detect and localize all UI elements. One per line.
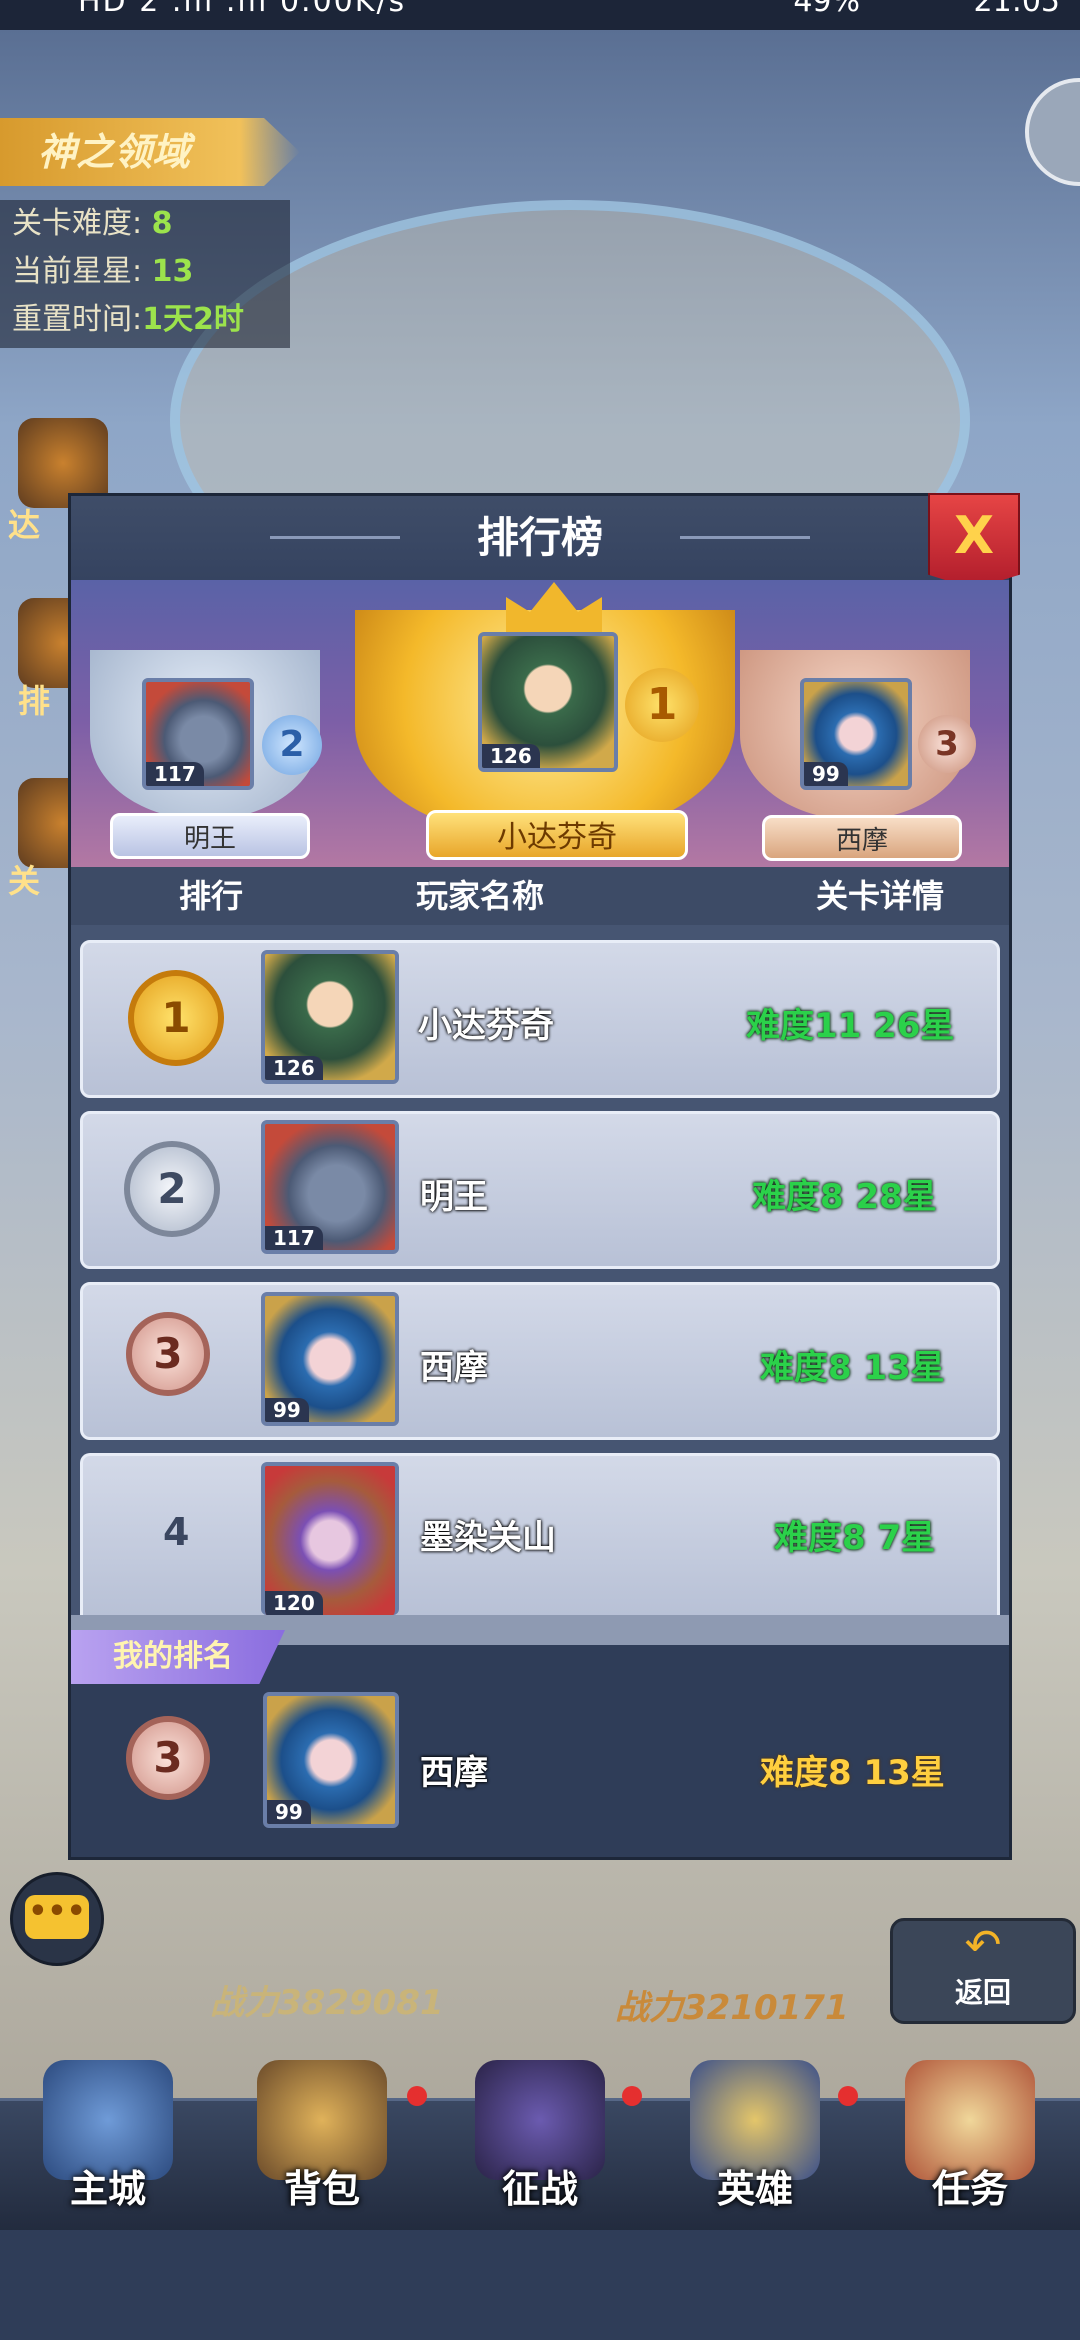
nav-label: 主城 — [69, 2167, 146, 2211]
place-badge-2: 2 — [262, 715, 322, 775]
rank-number: 4 — [163, 1510, 190, 1554]
return-arrow-icon: ↶ — [964, 1920, 1002, 1971]
player-avatar[interactable]: 120 — [261, 1462, 399, 1615]
rank-medal-gold: 1 — [128, 970, 224, 1066]
stars-label: 当前星星: — [12, 254, 143, 289]
podium-name-3: 西摩 — [762, 815, 962, 861]
player-avatar[interactable]: 126 — [261, 950, 399, 1084]
my-rank-medal: 3 — [126, 1716, 210, 1800]
podium-avatar-3[interactable]: 99 — [800, 678, 912, 790]
difficulty-label: 关卡难度: — [12, 206, 143, 241]
rank-medal-bronze: 3 — [126, 1312, 210, 1396]
avatar-level: 120 — [265, 1591, 323, 1615]
side-label-2: 排 — [18, 682, 51, 720]
my-name: 西摩 — [420, 1753, 488, 1793]
notification-dot — [838, 2086, 858, 2106]
clock: 21:05 — [973, 0, 1060, 19]
nav-tasks[interactable]: 任务 — [870, 2060, 1070, 2230]
notification-dot — [407, 2086, 427, 2106]
my-avatar[interactable]: 99 — [263, 1692, 399, 1828]
podium-avatar-1[interactable]: 126 — [478, 632, 618, 772]
domain-title: 神之领域 — [0, 118, 300, 186]
system-bottom-bar — [0, 2230, 1080, 2340]
header-rank: 排行 — [179, 877, 244, 915]
stars-value: 13 — [151, 254, 194, 289]
close-button[interactable]: X — [928, 493, 1020, 589]
stage-detail: 难度11 26星 — [746, 1006, 955, 1046]
player-name: 小达芬奇 — [418, 1006, 554, 1046]
power-right: 战力3210171 — [615, 1988, 849, 2028]
podium-name-1: 小达芬奇 — [426, 810, 688, 860]
stage-info: 关卡难度: 8 当前星星: 13 重置时间:1天2时 — [0, 200, 290, 348]
notification-dot — [622, 2086, 642, 2106]
power-left: 战力3829081 — [210, 1983, 444, 2023]
stage-detail: 难度8 7星 — [774, 1518, 936, 1558]
nav-label: 英雄 — [716, 2167, 793, 2211]
stage-detail: 难度8 13星 — [760, 1348, 945, 1388]
nav-label: 任务 — [931, 2167, 1008, 2211]
player-avatar[interactable]: 99 — [261, 1292, 399, 1426]
nav-campaign[interactable]: 征战 — [440, 2060, 640, 2230]
nav-label: 征战 — [501, 2167, 578, 2211]
return-button[interactable]: ↶ 返回 — [890, 1918, 1076, 2024]
my-stage-detail: 难度8 13星 — [760, 1753, 945, 1793]
player-avatar[interactable]: 117 — [261, 1120, 399, 1254]
podium-name-2: 明王 — [110, 813, 310, 859]
panel-title: 排行榜 — [476, 513, 603, 562]
podium-avatar-2[interactable]: 117 — [142, 678, 254, 790]
nav-bag[interactable]: 背包 — [222, 2060, 422, 2230]
side-label-1: 达 — [8, 506, 41, 544]
table-header: 排行 玩家名称 关卡详情 — [71, 867, 1009, 925]
avatar-level: 99 — [265, 1398, 309, 1422]
header-detail: 关卡详情 — [816, 877, 945, 915]
chat-bubble-icon: ••• — [25, 1895, 89, 1939]
difficulty-value: 8 — [151, 206, 173, 241]
nav-label: 背包 — [283, 2167, 360, 2211]
status-bar: HD 2 .ıll .ıll 0.00K/s 49% 21:05 — [0, 0, 1080, 30]
stage-detail: 难度8 28星 — [752, 1177, 937, 1217]
return-label: 返回 — [954, 1976, 1011, 2009]
nav-heroes[interactable]: 英雄 — [655, 2060, 855, 2230]
battery-level: 49% — [793, 0, 860, 19]
chat-button[interactable]: ••• — [10, 1872, 104, 1966]
nav-main-city[interactable]: 主城 — [8, 2060, 208, 2230]
avatar-level: 126 — [482, 744, 540, 768]
player-name: 墨染关山 — [420, 1518, 556, 1558]
avatar-level: 99 — [267, 1800, 311, 1824]
reset-value: 1天2时 — [142, 302, 244, 337]
place-badge-3: 3 — [918, 715, 976, 773]
rank-medal-silver: 2 — [124, 1141, 220, 1237]
place-badge-1: 1 — [625, 668, 699, 742]
avatar-level: 126 — [265, 1056, 323, 1080]
player-name: 明王 — [420, 1177, 488, 1217]
avatar-level: 117 — [146, 762, 204, 786]
my-rank-tag: 我的排名 — [71, 1630, 285, 1684]
status-left: HD 2 .ıll .ıll 0.00K/s — [78, 0, 407, 19]
header-player: 玩家名称 — [416, 877, 545, 915]
side-label-3: 关 — [8, 862, 41, 900]
player-name: 西摩 — [420, 1348, 488, 1388]
avatar-level: 117 — [265, 1226, 323, 1250]
avatar-level: 99 — [804, 762, 848, 786]
reset-label: 重置时间: — [12, 302, 143, 337]
